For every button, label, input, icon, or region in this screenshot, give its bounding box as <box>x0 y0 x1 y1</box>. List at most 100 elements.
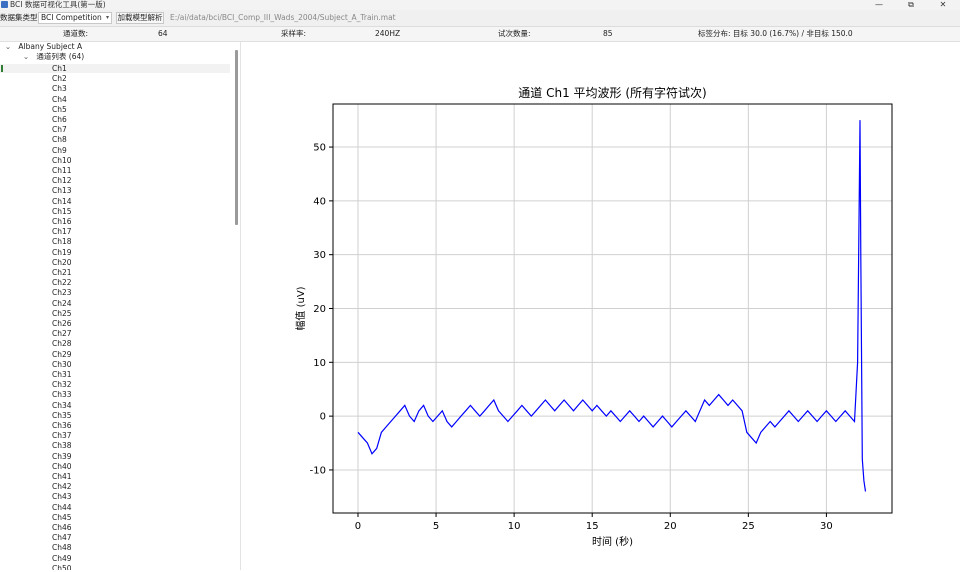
tree-channel-item[interactable]: Ch38 <box>52 441 72 451</box>
tree-channel-item[interactable]: Ch20 <box>52 258 72 268</box>
tree-channel-item[interactable]: Ch40 <box>52 462 72 472</box>
tree-channel-item[interactable]: Ch3 <box>52 84 67 94</box>
channel-tree: ⌄ Albany Subject A ⌄ 通道列表 (64) Ch1 Ch2 Ch3… <box>0 42 237 570</box>
tree-channel-item[interactable]: Ch9 <box>52 146 67 156</box>
tree-channel-item[interactable]: Ch37 <box>52 431 72 441</box>
close-icon[interactable]: ✕ <box>928 0 958 10</box>
tree-channel-item[interactable]: Ch42 <box>52 482 72 492</box>
x-tick-label: 0 <box>355 521 361 532</box>
x-tick-label: 5 <box>433 521 439 532</box>
tree-channel-item[interactable]: Ch45 <box>52 513 72 523</box>
x-tick-label: 25 <box>742 521 755 532</box>
tree-channel-item[interactable]: Ch8 <box>52 135 67 145</box>
minimize-icon[interactable]: — <box>864 0 894 10</box>
trials-value: 85 <box>603 29 613 38</box>
panel-splitter[interactable] <box>240 42 241 570</box>
chevron-down-icon: ▾ <box>105 14 109 21</box>
chevron-down-icon[interactable]: ⌄ <box>22 52 30 62</box>
chart-title: 通道 Ch1 平均波形 (所有字符试次) <box>518 85 706 100</box>
tree-channel-item[interactable]: Ch6 <box>52 115 67 125</box>
toolbar: 数据集类型: BCI Competition ▾ 加载模型解析 E:/ai/da… <box>0 10 960 27</box>
y-tick-label: 10 <box>313 358 326 369</box>
window-title: BCI 数据可视化工具(第一版) <box>10 0 106 9</box>
y-tick-label: 40 <box>313 196 326 207</box>
y-tick-label: -10 <box>310 465 326 476</box>
selected-row-highlight <box>0 64 230 73</box>
y-tick-label: 50 <box>313 143 326 154</box>
tree-channel-item[interactable]: Ch19 <box>52 248 72 258</box>
tree-channel-item[interactable]: Ch21 <box>52 268 72 278</box>
info-bar: 通道数: 64 采样率: 240HZ 试次数量: 85 标签分布: 目标 30.… <box>0 27 960 42</box>
tree-channel-item[interactable]: Ch1 <box>52 64 67 74</box>
tree-channel-item[interactable]: Ch12 <box>52 176 72 186</box>
tree-channel-item[interactable]: Ch30 <box>52 360 72 370</box>
load-model-button[interactable]: 加载模型解析 <box>116 12 164 24</box>
tree-channel-item[interactable]: Ch28 <box>52 339 72 349</box>
dataset-type-select[interactable]: BCI Competition ▾ <box>38 12 112 24</box>
x-tick-label: 15 <box>586 521 599 532</box>
sample-rate-value: 240HZ <box>375 29 401 38</box>
tree-channel-item[interactable]: Ch23 <box>52 288 72 298</box>
chart-grid <box>333 104 892 513</box>
tree-channel-item[interactable]: Ch17 <box>52 227 72 237</box>
tree-channel-item[interactable]: Ch24 <box>52 299 72 309</box>
app-icon <box>1 1 8 8</box>
tree-channel-item[interactable]: Ch18 <box>52 237 72 247</box>
tree-channel-list[interactable]: ⌄ 通道列表 (64) <box>22 52 84 62</box>
x-tick-label: 20 <box>664 521 677 532</box>
tree-channel-item[interactable]: Ch34 <box>52 401 72 411</box>
channels-value: 64 <box>158 29 168 38</box>
tree-channel-item[interactable]: Ch50 <box>52 564 72 570</box>
dataset-type-label: 数据集类型: <box>0 13 41 22</box>
chevron-down-icon[interactable]: ⌄ <box>4 42 12 52</box>
tree-root-label: Albany Subject A <box>18 42 83 51</box>
tree-channel-item[interactable]: Ch33 <box>52 390 72 400</box>
tree-root-subject[interactable]: ⌄ Albany Subject A <box>4 42 82 52</box>
file-path: E:/ai/data/bci/BCI_Comp_III_Wads_2004/Su… <box>170 13 396 22</box>
label-distribution: 标签分布: 目标 30.0 (16.7%) / 非目标 150.0 <box>698 29 853 38</box>
tree-channel-item[interactable]: Ch47 <box>52 533 72 543</box>
tree-channel-item[interactable]: Ch35 <box>52 411 72 421</box>
tree-channel-item[interactable]: Ch29 <box>52 350 72 360</box>
tree-channel-item[interactable]: Ch2 <box>52 74 67 84</box>
dataset-type-value: BCI Competition <box>41 13 102 22</box>
tree-channel-item[interactable]: Ch7 <box>52 125 67 135</box>
tree-channel-item[interactable]: Ch44 <box>52 503 72 513</box>
tree-channel-item[interactable]: Ch26 <box>52 319 72 329</box>
tree-channel-item[interactable]: Ch16 <box>52 217 72 227</box>
y-tick-label: 30 <box>313 250 326 261</box>
tree-channel-item[interactable]: Ch10 <box>52 156 72 166</box>
tree-channel-item[interactable]: Ch13 <box>52 186 72 196</box>
tree-channel-item[interactable]: Ch27 <box>52 329 72 339</box>
tree-channel-item[interactable]: Ch11 <box>52 166 72 176</box>
tree-channel-item[interactable]: Ch31 <box>52 370 72 380</box>
maximize-icon[interactable]: ⧉ <box>896 0 926 10</box>
tree-channel-item[interactable]: Ch36 <box>52 421 72 431</box>
tree-channel-item[interactable]: Ch5 <box>52 105 67 115</box>
tree-channel-item[interactable]: Ch49 <box>52 554 72 564</box>
tree-channel-item[interactable]: Ch39 <box>52 452 72 462</box>
tree-channel-item[interactable]: Ch25 <box>52 309 72 319</box>
tree-channel-item[interactable]: Ch41 <box>52 472 72 482</box>
tree-channel-item[interactable]: Ch14 <box>52 197 72 207</box>
x-ticks: 0 5 10 15 20 25 30 <box>355 513 833 532</box>
channel-list-label: 通道列表 (64) <box>36 52 85 61</box>
sample-rate-label: 采样率: <box>281 29 307 38</box>
x-tick-label: 30 <box>820 521 833 532</box>
tree-channel-item[interactable]: Ch22 <box>52 278 72 288</box>
tree-channel-item[interactable]: Ch4 <box>52 95 67 105</box>
tree-scrollbar[interactable] <box>235 50 238 225</box>
tree-channel-item[interactable]: Ch32 <box>52 380 72 390</box>
tree-channel-item[interactable]: Ch15 <box>52 207 72 217</box>
x-axis-label: 时间 (秒) <box>592 535 633 548</box>
series-line <box>357 120 867 492</box>
y-tick-label: 0 <box>320 412 326 423</box>
tree-channel-item[interactable]: Ch48 <box>52 543 72 553</box>
tree-channel-item[interactable]: Ch46 <box>52 523 72 533</box>
trials-label: 试次数量: <box>498 29 531 38</box>
y-tick-label: 20 <box>313 304 326 315</box>
tree-channel-item[interactable]: Ch43 <box>52 492 72 502</box>
plot-area: 0 5 10 15 20 25 30 -10 0 10 20 30 40 50 通道 Ch1 平均波形 … <box>242 42 960 570</box>
y-ticks: -10 0 10 20 30 40 50 <box>310 143 333 476</box>
title-bar: BCI 数据可视化工具(第一版) — ⧉ ✕ <box>0 0 960 10</box>
